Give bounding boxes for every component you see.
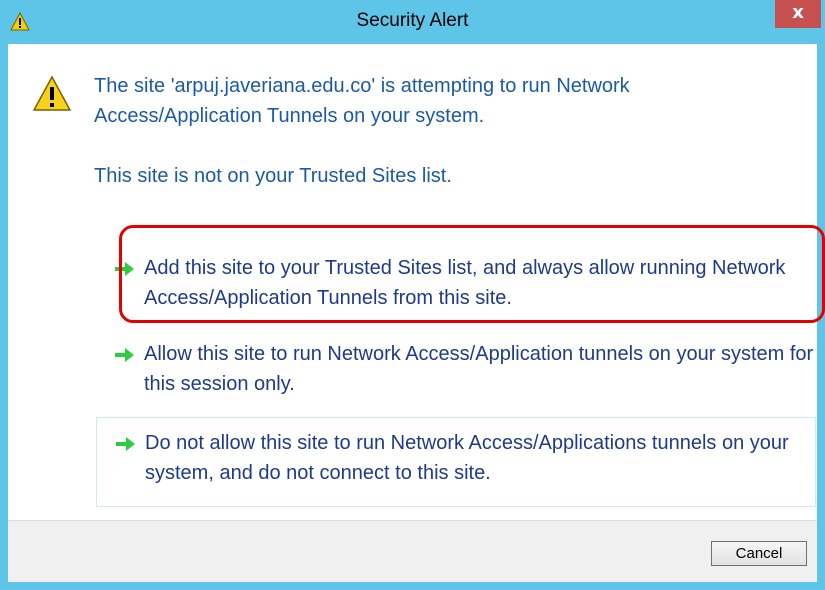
title-bar[interactable]: Security Alert x <box>0 0 825 44</box>
trust-status-message: This site is not on your Trusted Sites l… <box>94 165 452 187</box>
option-label: Allow this site to run Network Access/Ap… <box>144 343 814 395</box>
alert-message: The site 'arpuj.javeriana.edu.co' is att… <box>94 75 630 127</box>
cancel-button[interactable]: Cancel <box>711 541 807 566</box>
close-button[interactable]: x <box>775 0 821 28</box>
window-title: Security Alert <box>356 10 469 31</box>
red-highlight-box <box>119 225 825 323</box>
dialog-footer: Cancel <box>8 520 817 582</box>
option-do-not-allow[interactable]: Do not allow this site to run Network Ac… <box>96 417 816 507</box>
security-alert-window: Security Alert x The site 'arpuj.javeria… <box>0 0 825 590</box>
warning-icon <box>32 75 72 111</box>
option-label: Do not allow this site to run Network Ac… <box>145 432 789 484</box>
dialog-body: The site 'arpuj.javeriana.edu.co' is att… <box>8 44 825 582</box>
green-arrow-icon <box>116 437 135 451</box>
option-allow-session[interactable]: Allow this site to run Network Access/Ap… <box>96 339 816 399</box>
green-arrow-icon <box>115 348 134 362</box>
